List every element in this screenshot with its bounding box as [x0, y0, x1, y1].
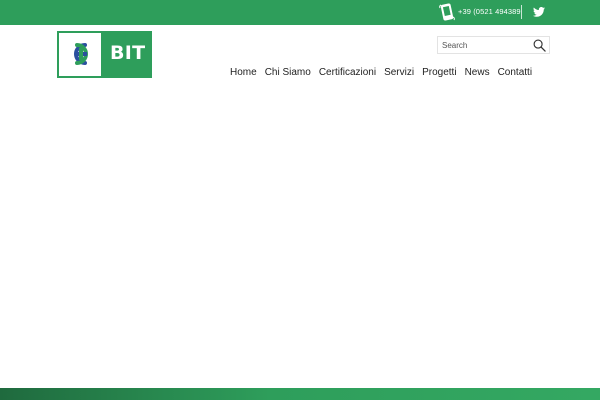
nav-item-servizi[interactable]: Servizi: [384, 67, 414, 78]
mobile-phone-icon: [439, 3, 455, 21]
search-box: [437, 36, 550, 54]
twitter-icon[interactable]: [533, 7, 545, 17]
logo-mark-box: [59, 33, 101, 76]
phone-number: +39 (0521 494389: [458, 7, 521, 16]
logo-text: BIT: [110, 42, 146, 64]
nav-item-news[interactable]: News: [465, 67, 490, 78]
nav-item-home[interactable]: Home: [230, 67, 257, 78]
bit-logo-mark: [74, 43, 88, 65]
nav-item-contatti[interactable]: Contatti: [498, 67, 532, 78]
search-icon[interactable]: [533, 39, 546, 52]
site-logo[interactable]: BIT: [57, 31, 152, 78]
main-nav: Home Chi Siamo Certificazioni Servizi Pr…: [230, 66, 532, 79]
nav-item-certificazioni[interactable]: Certificazioni: [319, 67, 376, 78]
top-bar: +39 (0521 494389: [0, 0, 600, 25]
nav-item-chi-siamo[interactable]: Chi Siamo: [265, 67, 311, 78]
search-input[interactable]: [442, 39, 528, 52]
topbar-divider: [521, 5, 522, 19]
nav-item-progetti[interactable]: Progetti: [422, 67, 456, 78]
footer-bar: [0, 388, 600, 400]
